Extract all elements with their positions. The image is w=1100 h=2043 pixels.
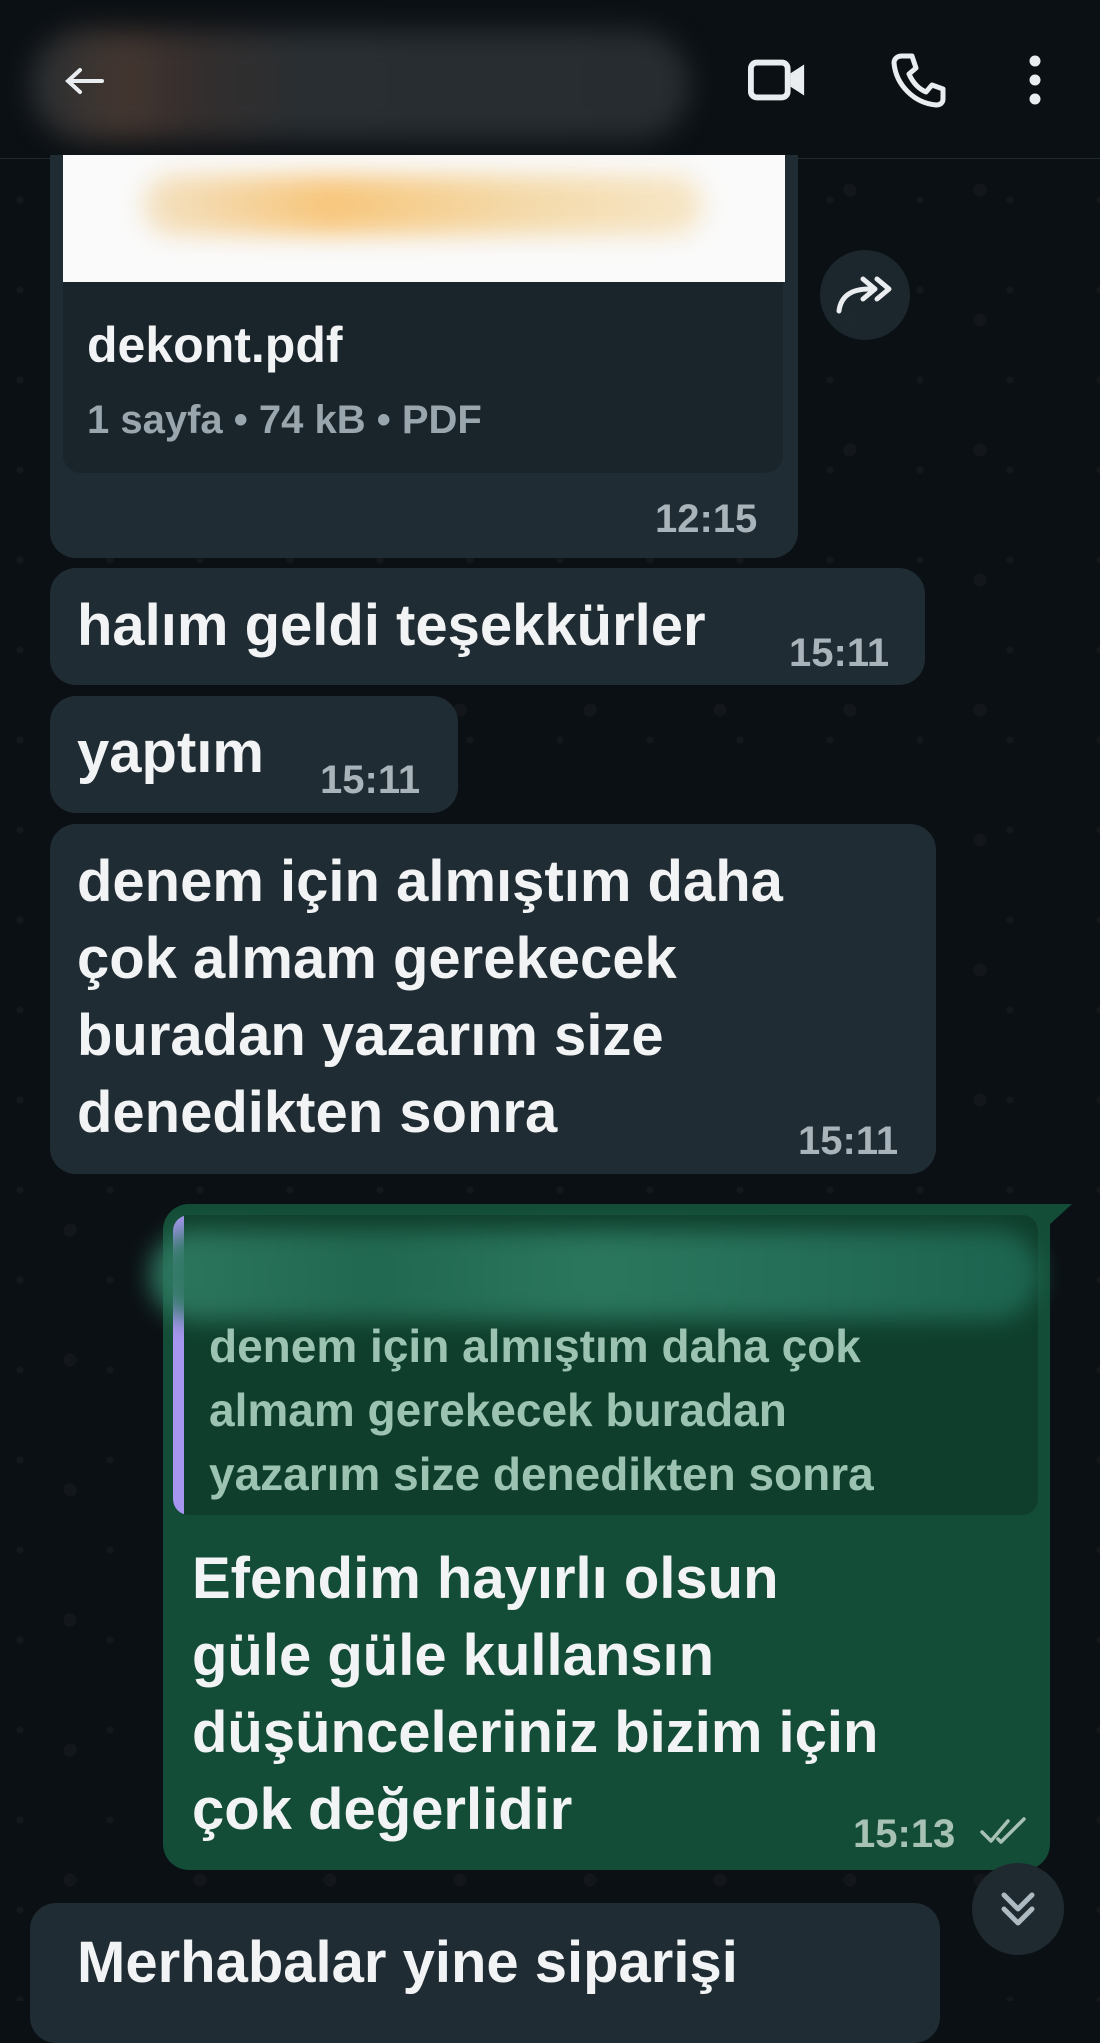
document-file-meta: 1 sayfa • 74 kB • PDF xyxy=(87,398,482,442)
message-text-line: güle güle kullansın xyxy=(192,1623,715,1688)
document-file-name: dekont.pdf xyxy=(87,317,343,373)
double-chevron-down-icon xyxy=(1001,1892,1035,1926)
read-receipt-icon xyxy=(980,1817,1026,1844)
video-camera-icon xyxy=(748,59,805,101)
message-text-line: Efendim hayırlı olsun xyxy=(192,1546,779,1611)
scroll-to-bottom-button[interactable] xyxy=(972,1863,1064,1955)
message-time: 15:11 xyxy=(320,758,421,802)
message-text-line: çok almam gerekecek xyxy=(77,926,677,991)
message-text-line: düşünceleriniz bizim için xyxy=(192,1700,879,1765)
message-time: 15:11 xyxy=(789,631,890,675)
voice-call-button[interactable] xyxy=(888,50,948,110)
message-text-line: denedikten sonra xyxy=(77,1080,558,1145)
more-vertical-icon xyxy=(1029,55,1041,105)
chat-header xyxy=(0,0,1100,159)
quote-line: denem için almıştım daha çok xyxy=(209,1320,861,1372)
back-arrow-icon[interactable] xyxy=(64,66,104,96)
message-text: Merhabalar yine siparişi xyxy=(77,1930,738,1995)
more-options-button[interactable] xyxy=(1010,50,1060,110)
message-text-line: denem için almıştım daha xyxy=(77,849,783,914)
forward-icon xyxy=(836,276,892,314)
quote-line: almam gerekecek buradan xyxy=(209,1384,787,1436)
contact-info-redacted[interactable] xyxy=(30,30,690,140)
video-call-button[interactable] xyxy=(748,50,808,110)
quote-author-redacted xyxy=(150,1230,1040,1320)
quote-line: yazarım size denedikten sonra xyxy=(209,1448,874,1500)
bubble-tail xyxy=(1048,1204,1072,1226)
message-text-line: buradan yazarım size xyxy=(77,1003,664,1068)
document-thumbnail[interactable] xyxy=(63,155,785,282)
document-preview-redacted xyxy=(143,175,703,235)
phone-icon xyxy=(891,53,946,108)
message-time: 15:11 xyxy=(798,1119,899,1163)
message-text: yaptım xyxy=(77,720,264,785)
quoted-message-text: denem için almıştım daha çok almam gerek… xyxy=(209,1314,1029,1506)
forward-button[interactable] xyxy=(820,250,910,340)
message-time: 12:15 xyxy=(655,497,758,541)
message-time: 15:13 xyxy=(853,1812,956,1856)
message-text-line: çok değerlidir xyxy=(192,1777,573,1842)
message-text: halım geldi teşekkürler xyxy=(77,593,706,658)
